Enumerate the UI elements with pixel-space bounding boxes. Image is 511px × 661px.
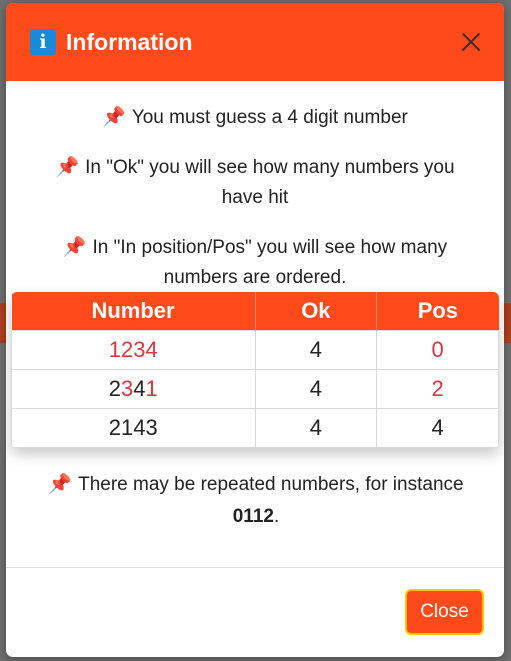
repeat-note-text: There may be repeated numbers, for insta…	[78, 474, 464, 495]
table-row: 2341 4 2	[11, 368, 499, 409]
table-row: 2143 4 4	[11, 407, 499, 448]
cell-ok: 4	[254, 368, 378, 409]
digit: 3	[145, 414, 158, 440]
modal-title: Information	[66, 28, 193, 55]
information-modal: i Information 📌 You must guess a 4 digit …	[6, 3, 504, 657]
cell-pos: 0	[376, 329, 499, 370]
pin-icon: 📌	[48, 474, 73, 495]
digit: 1	[145, 375, 158, 401]
digit: 1	[108, 336, 121, 362]
rule-text: You must guess a 4 digit number	[131, 107, 408, 128]
pin-icon: 📌	[55, 157, 80, 178]
digit: 4	[133, 375, 146, 401]
rule-paragraph: 📌 In "Ok" you will see how many numbers y…	[46, 153, 464, 213]
digit: 4	[145, 336, 158, 362]
cell-ok: 4	[254, 329, 378, 370]
cell-number: 1234	[11, 329, 256, 370]
pin-icon: 📌	[62, 237, 87, 258]
rule-text: In "Ok" you will see how many numbers yo…	[85, 157, 455, 208]
digit: 4	[133, 414, 146, 440]
digit: 3	[121, 375, 134, 401]
cell-pos: 4	[376, 407, 499, 448]
digit: 2	[108, 375, 121, 401]
header-number: Number	[11, 292, 256, 330]
repeat-note: 📌 There may be repeated numbers, for inst…	[32, 469, 480, 533]
rule-paragraph: 📌 You must guess a 4 digit number	[46, 103, 464, 133]
cell-pos: 2	[376, 368, 499, 409]
table-body: 1234 4 0 2341 4 2 2143 4 4	[11, 329, 499, 448]
modal-header: i Information	[6, 3, 504, 81]
header-ok: Ok	[255, 292, 378, 330]
cell-number: 2341	[11, 368, 256, 409]
rule-paragraph: 📌 In "In position/Pos" you will see how m…	[46, 233, 464, 293]
digit: 1	[121, 414, 134, 440]
rule-text: In "In position/Pos" you will see how ma…	[92, 237, 448, 288]
example-table: Number Ok Pos 1234 4 0 2341 4 2 2143 4 4	[11, 292, 499, 448]
digit: 3	[133, 336, 146, 362]
footer-divider	[6, 567, 504, 568]
cell-number: 2143	[11, 407, 256, 448]
table-row: 1234 4 0	[11, 329, 499, 370]
pin-icon: 📌	[102, 107, 126, 128]
backdrop-strip-right	[503, 303, 511, 343]
close-button[interactable]: Close	[405, 589, 484, 635]
repeat-example: 0112	[232, 506, 274, 527]
cell-ok: 4	[254, 407, 378, 448]
repeat-period: .	[273, 506, 280, 527]
digit: 2	[121, 336, 134, 362]
info-icon: i	[30, 29, 56, 55]
digit: 2	[108, 414, 121, 440]
header-pos: Pos	[376, 292, 499, 330]
close-icon[interactable]	[454, 25, 488, 59]
modal-body: 📌 You must guess a 4 digit number 📌 In "Ok…	[6, 81, 504, 293]
